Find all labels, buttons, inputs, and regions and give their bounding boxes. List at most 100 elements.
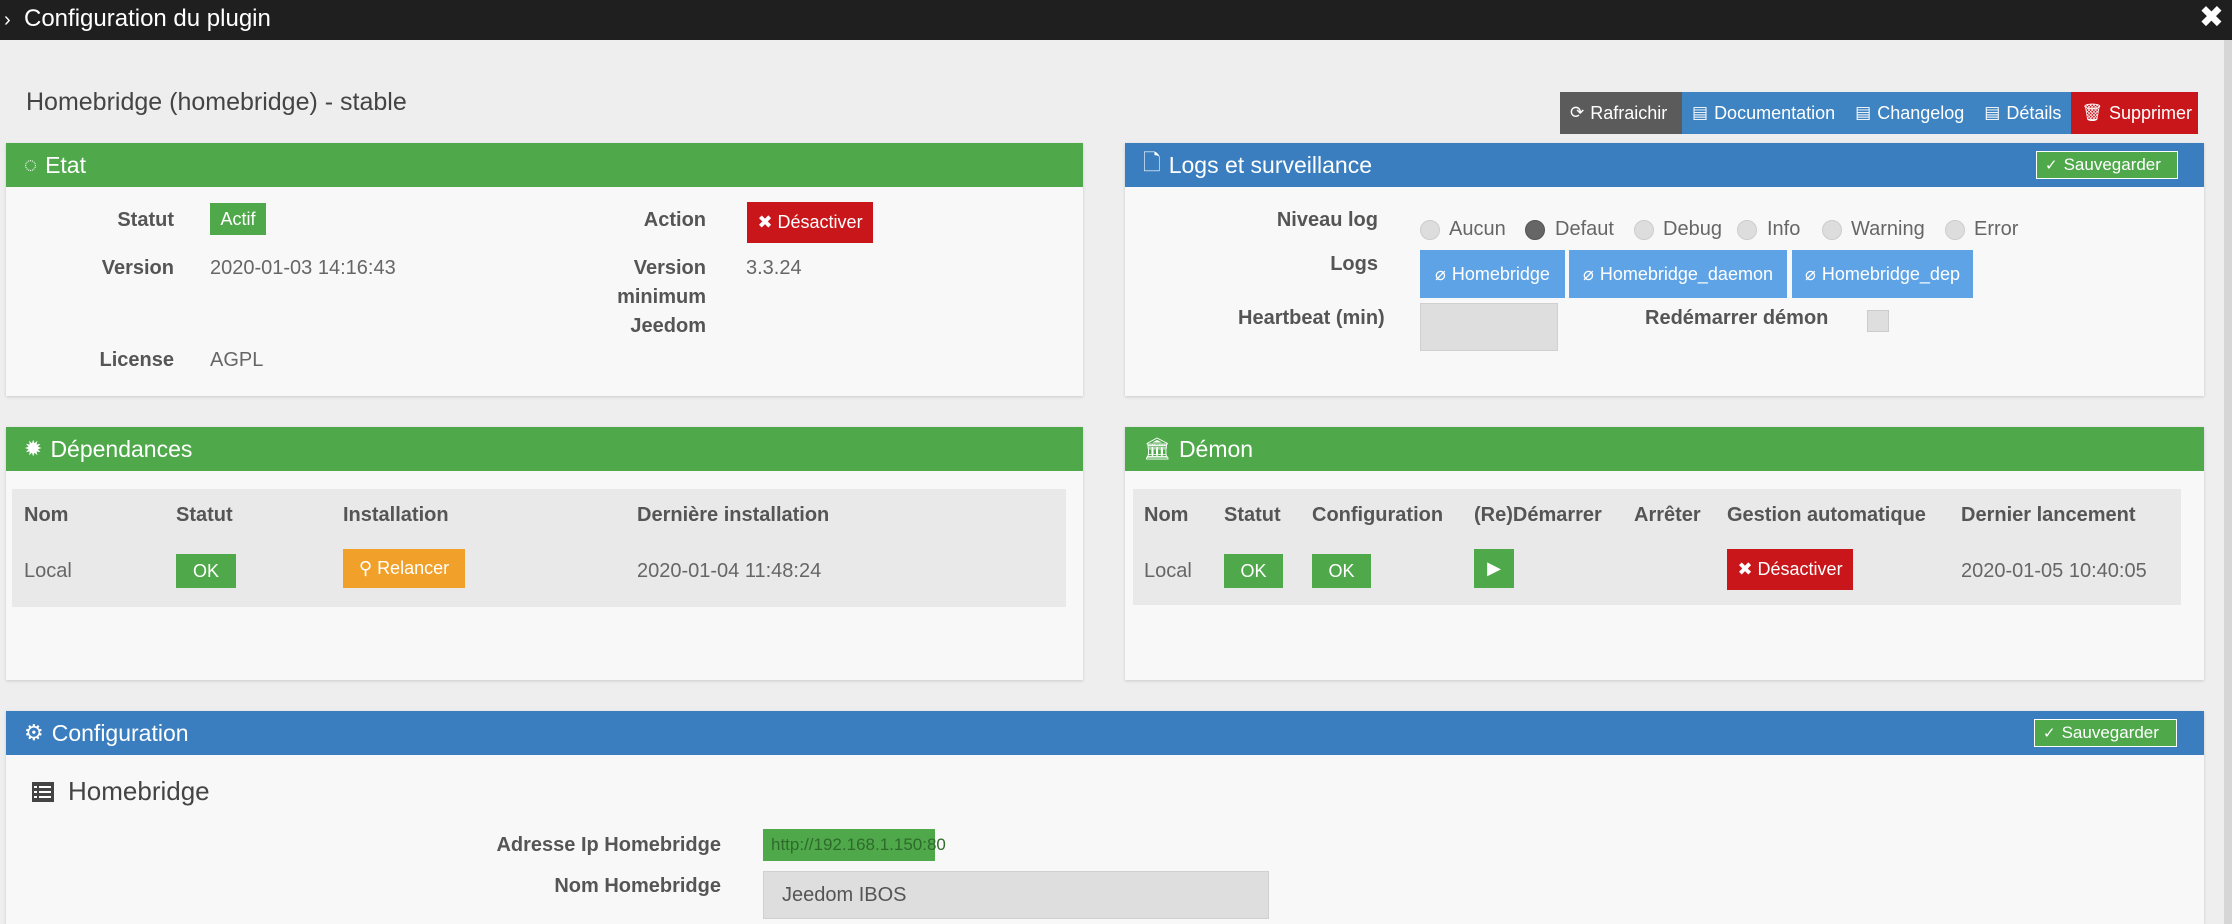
restart-daemon-checkbox[interactable] <box>1867 310 1889 332</box>
action-label: Action <box>643 209 706 231</box>
close-icon[interactable]: ✖ <box>2199 2 2224 34</box>
demon-panel: 🏛 Démon Nom Statut Configuration (Re)Dém… <box>1125 427 2204 680</box>
status-badge: Actif <box>210 203 266 235</box>
radio-level-info[interactable] <box>1737 220 1757 240</box>
chevron-right-icon: › <box>4 9 11 31</box>
config-save-label: Sauvegarder <box>2061 723 2159 742</box>
etat-header: ◌ Etat <box>6 143 1083 187</box>
trash-icon: 🗑 <box>2081 103 2103 122</box>
demon-header-dernier: Dernier lancement <box>1961 504 2136 526</box>
dep-header-statut: Statut <box>176 504 233 526</box>
refresh-icon: ⟳ <box>1570 103 1585 122</box>
bicycle-icon: ⚲ <box>358 558 373 578</box>
dep-header-nom: Nom <box>24 504 69 526</box>
heartbeat-label: Heartbeat (min) <box>1238 307 1385 329</box>
deactivate-button[interactable]: ✖ Désactiver <box>747 202 873 243</box>
modal-title-bar: › Configuration du plugin ✖ <box>0 0 2232 40</box>
dep-header-installation: Installation <box>343 504 449 526</box>
configuration-header: ⚙ Configuration ✓ Sauvegarder <box>6 711 2204 755</box>
niveau-log-label: Niveau log <box>1276 209 1378 231</box>
documentation-button[interactable]: ▤ Documentation <box>1682 92 1846 134</box>
radio-level-aucun[interactable] <box>1420 220 1440 240</box>
version-value: 2020-01-03 14:16:43 <box>210 257 396 279</box>
config-section-title: Homebridge <box>32 776 210 807</box>
ip-value[interactable]: http://192.168.1.150:80 <box>763 829 946 861</box>
etat-title: Etat <box>45 151 86 178</box>
version-min-label-3: Jeedom <box>630 315 706 337</box>
scrollbar[interactable] <box>2224 40 2232 924</box>
name-input[interactable]: Jeedom IBOS <box>763 871 1269 919</box>
refresh-button[interactable]: ⟳ Rafraichir <box>1560 92 1682 134</box>
license-label: License <box>99 349 174 371</box>
changelog-label: Changelog <box>1877 102 1965 123</box>
log-button-homebridge-label: Homebridge <box>1451 263 1550 284</box>
log-button-homebridge-dep-label: Homebridge_dep <box>1821 263 1960 284</box>
log-button-homebridge[interactable]: ⌀ Homebridge <box>1420 250 1565 298</box>
log-button-homebridge-daemon[interactable]: ⌀ Homebridge_daemon <box>1569 250 1787 298</box>
certificate-icon: ✹ <box>24 436 43 461</box>
radio-level-warning[interactable] <box>1822 220 1842 240</box>
demon-title: Démon <box>1178 435 1254 462</box>
relancer-label: Relancer <box>377 558 450 578</box>
logs-label: Logs <box>1330 253 1378 275</box>
demon-gestion-deactivate-button[interactable]: ✖ Désactiver <box>1727 549 1853 590</box>
dependances-title: Dépendances <box>50 435 193 462</box>
delete-label: Supprimer <box>2108 102 2192 123</box>
refresh-label: Rafraichir <box>1590 102 1668 123</box>
logs-save-label: Sauvegarder <box>2063 155 2161 174</box>
check-circle-icon: ✓ <box>2045 157 2058 174</box>
level-label-aucun: Aucun <box>1449 218 1506 240</box>
logs-save-button[interactable]: ✓ Sauvegarder <box>2036 151 2178 179</box>
ip-label: Adresse Ip Homebridge <box>496 834 721 856</box>
demon-status-ok: OK <box>1224 554 1283 588</box>
version-min-label-2: minimum <box>617 286 706 308</box>
config-save-button[interactable]: ✓ Sauvegarder <box>2034 719 2177 747</box>
dep-status-ok: OK <box>176 554 236 588</box>
paperclip-icon: ⌀ <box>1805 263 1816 284</box>
demon-start-button[interactable]: ▶ <box>1474 549 1514 588</box>
demon-header-configuration: Configuration <box>1312 504 1444 526</box>
x-icon: ✖ <box>1737 559 1753 579</box>
documentation-label: Documentation <box>1714 102 1836 123</box>
level-label-error: Error <box>1974 218 2019 240</box>
paperclip-icon: ⌀ <box>1583 263 1594 284</box>
deactivate-label: Désactiver <box>777 212 863 232</box>
log-button-homebridge-dep[interactable]: ⌀ Homebridge_dep <box>1792 250 1973 298</box>
circle-notch-icon: ◌ <box>24 152 38 177</box>
details-label: Détails <box>2006 102 2062 123</box>
radio-level-error[interactable] <box>1945 220 1965 240</box>
dep-row-derniere: 2020-01-04 11:48:24 <box>637 560 822 582</box>
check-circle-icon: ✓ <box>2043 725 2056 742</box>
relancer-button[interactable]: ⚲ Relancer <box>343 549 465 588</box>
book-icon: ▤ <box>1692 103 1709 122</box>
list-icon <box>32 781 54 802</box>
radio-level-debug[interactable] <box>1634 220 1654 240</box>
dep-row-nom: Local <box>24 560 72 582</box>
cogs-icon: ⚙ <box>24 720 44 745</box>
logs-title: Logs et surveillance <box>1168 151 1372 178</box>
dependances-table: Nom Statut Installation Dernière install… <box>12 489 1066 607</box>
license-value: AGPL <box>210 349 264 371</box>
logs-panel: 🗋 Logs et surveillance ✓ Sauvegarder Niv… <box>1125 143 2204 396</box>
demon-config-ok: OK <box>1312 554 1371 588</box>
demon-table: Nom Statut Configuration (Re)Démarrer Ar… <box>1133 489 2181 605</box>
demon-row-nom: Local <box>1144 560 1192 582</box>
heartbeat-input[interactable] <box>1420 303 1558 351</box>
version-min-label-1: Version <box>633 257 706 279</box>
log-button-homebridge-daemon-label: Homebridge_daemon <box>1599 263 1773 284</box>
demon-header-nom: Nom <box>1144 504 1189 526</box>
paperclip-icon: ⌀ <box>1435 263 1446 284</box>
demon-header-arreter: Arrêter <box>1634 504 1701 526</box>
delete-button[interactable]: 🗑 Supprimer <box>2071 92 2199 134</box>
details-button[interactable]: ▤ Détails <box>1974 92 2072 134</box>
name-label: Nom Homebridge <box>554 875 721 897</box>
changelog-button[interactable]: ▤ Changelog <box>1845 92 1975 134</box>
config-section-label: Homebridge <box>68 776 210 806</box>
version-min-value: 3.3.24 <box>746 257 802 279</box>
radio-level-defaut[interactable] <box>1525 220 1545 240</box>
etat-panel: ◌ Etat Statut Actif Action ✖ Désactiver … <box>6 143 1083 396</box>
book-icon: ▤ <box>1984 103 2001 122</box>
demon-header-gestion: Gestion automatique <box>1727 504 1926 526</box>
logs-header: 🗋 Logs et surveillance ✓ Sauvegarder <box>1125 143 2204 187</box>
file-icon: 🗋 <box>1143 150 1161 175</box>
